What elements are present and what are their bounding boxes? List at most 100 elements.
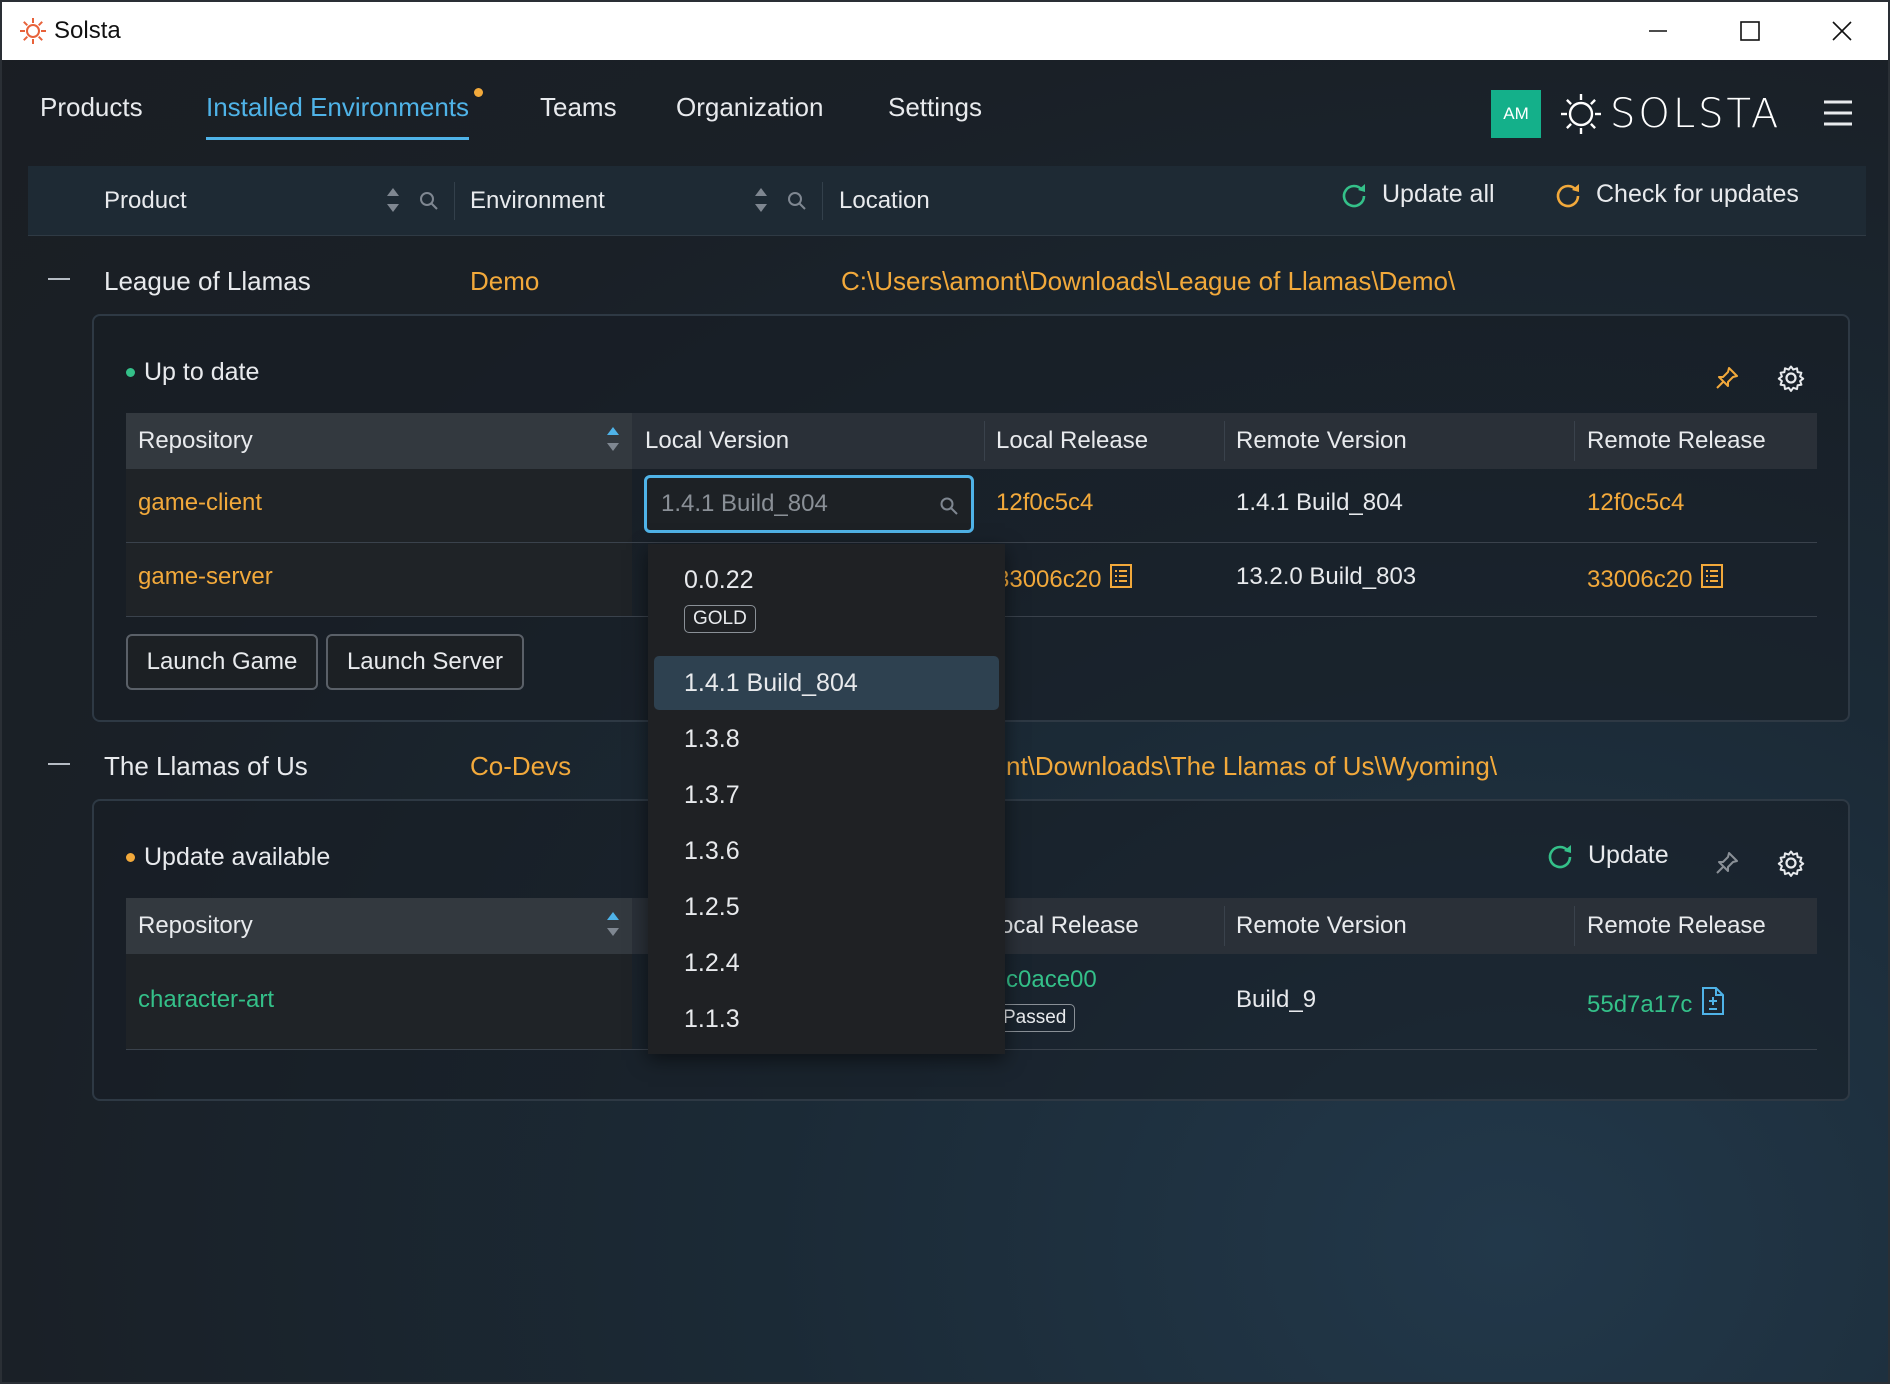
column-separator	[984, 421, 985, 461]
version-option[interactable]: 1.2.5	[654, 880, 999, 934]
version-option[interactable]: 1.3.6	[654, 824, 999, 878]
hamburger-menu-icon[interactable]	[1822, 98, 1854, 128]
tab-organization[interactable]: Organization	[676, 92, 823, 137]
search-environment-icon[interactable]	[786, 190, 808, 212]
sort-repository-icon[interactable]	[606, 910, 620, 945]
update-button[interactable]: Update	[1546, 841, 1669, 870]
header-repository[interactable]: Repository	[138, 427, 253, 455]
product-location[interactable]: C:\Users\amont\Downloads\League of Llama…	[841, 266, 1455, 297]
column-separator	[454, 182, 455, 220]
repo-name[interactable]: game-server	[138, 563, 273, 591]
version-option[interactable]: 1.4.1 Build_804	[654, 656, 999, 710]
header-remote-release: Remote Release	[1587, 427, 1766, 454]
remote-release[interactable]: 12f0c5c4	[1587, 489, 1684, 517]
column-environment[interactable]: Environment	[470, 187, 605, 215]
refresh-icon	[1548, 844, 1572, 868]
remote-release-hash: 33006c20	[1587, 565, 1693, 593]
file-diff-icon[interactable]	[1700, 986, 1726, 1023]
pin-icon[interactable]	[1710, 846, 1744, 880]
local-release-hash: 33006c20	[996, 565, 1102, 593]
sort-product-icon[interactable]	[386, 186, 400, 214]
collapse-icon[interactable]	[48, 763, 70, 765]
version-option-label: 0.0.22	[684, 566, 754, 594]
header-remote-release: Remote Release	[1587, 912, 1766, 939]
update-all-label: Update all	[1382, 180, 1495, 208]
remote-release-hash: 55d7a17c	[1587, 990, 1693, 1018]
product-environment: Demo	[470, 266, 540, 296]
pin-icon[interactable]	[1710, 361, 1744, 395]
version-option[interactable]: 0.0.22 GOLD	[654, 550, 999, 650]
logo-sun-icon	[1561, 94, 1601, 134]
product-environment: Co-Devs	[470, 751, 572, 781]
header-remote-version: Remote Version	[1236, 912, 1407, 939]
release-notes-icon[interactable]	[1109, 563, 1133, 596]
status-text: Up to date	[144, 358, 260, 386]
header-repository[interactable]: Repository	[138, 912, 253, 940]
product-location[interactable]: nt\Downloads\The Llamas of Us\Wyoming\	[1006, 751, 1497, 782]
launch-game-button[interactable]: Launch Game	[126, 634, 318, 690]
column-product[interactable]: Product	[104, 187, 187, 215]
header-local-release: ocal Release	[1000, 912, 1139, 939]
table-header: Repository Local Version Local Release R…	[126, 413, 1817, 469]
launch-server-button[interactable]: Launch Server	[326, 634, 524, 690]
product-row[interactable]: League of Llamas Demo C:\Users\amont\Dow…	[28, 256, 1866, 306]
version-dropdown: 0.0.22 GOLD 1.4.1 Build_804 1.3.8 1.3.7 …	[648, 544, 1005, 1054]
column-separator	[1574, 421, 1575, 461]
local-version-select-value: 1.4.1 Build_804	[661, 490, 828, 517]
gear-icon[interactable]	[1774, 846, 1808, 880]
search-product-icon[interactable]	[418, 190, 440, 212]
remote-release[interactable]: 33006c20	[1587, 563, 1724, 596]
version-option[interactable]: 1.2.4	[654, 936, 999, 990]
local-version-select[interactable]: 1.4.1 Build_804	[644, 475, 974, 533]
update-all-button[interactable]: Update all	[1340, 180, 1495, 209]
tab-teams[interactable]: Teams	[540, 92, 617, 137]
check-for-updates-label: Check for updates	[1596, 180, 1799, 208]
window-title: Solsta	[54, 17, 121, 44]
release-notes-icon[interactable]	[1700, 563, 1724, 596]
logo-text: SOLSTA	[1610, 91, 1782, 137]
tab-installed-environments-label: Installed Environments	[206, 92, 470, 122]
column-separator	[1224, 906, 1225, 946]
refresh-icon	[1556, 183, 1580, 207]
tab-settings[interactable]: Settings	[888, 92, 982, 137]
products-column-header: Product Environment Location Update all	[28, 166, 1866, 236]
minimize-icon[interactable]	[1612, 2, 1704, 60]
refresh-icon	[1342, 183, 1366, 207]
remote-version: 13.2.0 Build_803	[1236, 563, 1417, 590]
repo-name[interactable]: character-art	[138, 986, 274, 1014]
remote-release[interactable]: 55d7a17c	[1587, 986, 1726, 1023]
local-release[interactable]: 33006c20	[996, 563, 1133, 596]
tab-installed-environments[interactable]: Installed Environments	[206, 88, 484, 140]
check-for-updates-button[interactable]: Check for updates	[1554, 180, 1799, 209]
local-release[interactable]: 12f0c5c4	[996, 489, 1093, 517]
tab-products[interactable]: Products	[40, 92, 143, 137]
avatar[interactable]: AM	[1491, 90, 1541, 138]
product-name: The Llamas of Us	[104, 751, 308, 781]
status-dot	[126, 368, 135, 377]
version-option[interactable]: 1.3.8	[654, 712, 999, 766]
remote-version: 1.4.1 Build_804	[1236, 489, 1403, 516]
collapse-icon[interactable]	[48, 278, 70, 280]
maximize-icon[interactable]	[1704, 2, 1796, 60]
version-option[interactable]: 1.1.3	[654, 992, 999, 1046]
sort-environment-icon[interactable]	[754, 186, 768, 214]
title-bar: Solsta	[2, 2, 1888, 60]
column-location: Location	[839, 187, 930, 214]
update-label: Update	[1588, 841, 1669, 869]
column-separator	[1574, 906, 1575, 946]
version-option[interactable]: 1.3.7	[654, 768, 999, 822]
close-icon[interactable]	[1796, 2, 1888, 60]
gear-icon[interactable]	[1774, 361, 1808, 395]
column-separator	[822, 182, 823, 220]
header-local-release: Local Release	[996, 427, 1149, 454]
remote-version: Build_9	[1236, 986, 1317, 1013]
sort-repository-icon[interactable]	[606, 425, 620, 460]
header-local-version: Local Version	[645, 427, 790, 454]
solsta-logo: SOLSTA	[1558, 90, 1781, 138]
app-window: Solsta Products Installed Environments T…	[0, 0, 1890, 1384]
passed-tag: Passed	[994, 1004, 1076, 1032]
repo-name[interactable]: game-client	[138, 489, 262, 517]
status-dot	[126, 853, 135, 862]
search-icon	[939, 495, 959, 523]
local-release[interactable]: )c0ace00	[998, 966, 1097, 994]
